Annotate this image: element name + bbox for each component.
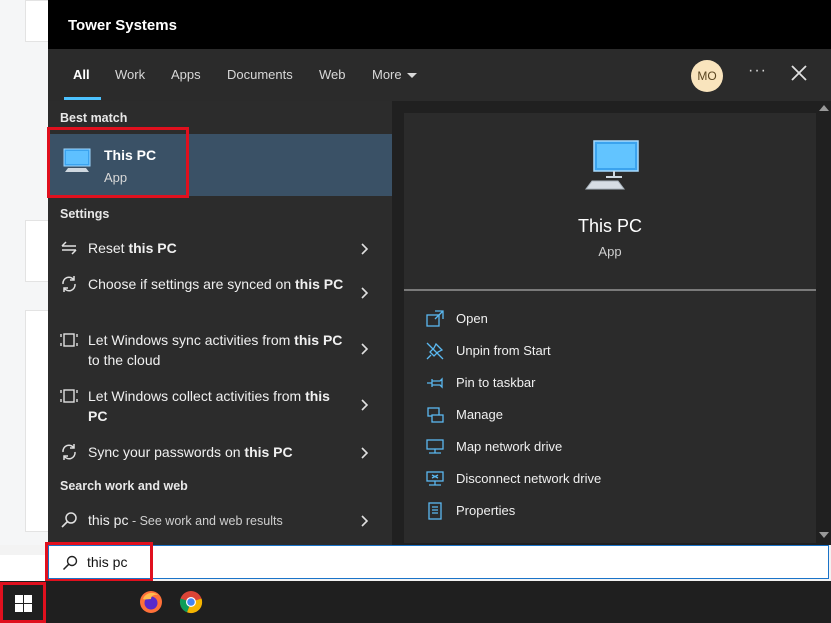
detail-type: App bbox=[598, 244, 622, 259]
detail-pane: This PC App Open Unpin from Start Pin to… bbox=[404, 113, 816, 543]
search-web-heading: Search work and web bbox=[60, 479, 188, 493]
best-match-heading: Best match bbox=[60, 111, 128, 125]
scroll-up-icon[interactable] bbox=[819, 105, 829, 111]
web-result-text: this pc - See work and web results bbox=[88, 510, 353, 531]
sync-icon bbox=[62, 444, 76, 460]
text-bold: this PC bbox=[128, 240, 177, 256]
scrollbar[interactable] bbox=[816, 101, 831, 543]
settings-item-text: Let Windows collect activities from this… bbox=[88, 386, 353, 426]
chevron-right-icon bbox=[361, 399, 369, 411]
tab-more[interactable]: More bbox=[372, 67, 417, 82]
more-options-icon[interactable]: ··· bbox=[748, 62, 767, 80]
action-label: Unpin from Start bbox=[456, 343, 551, 358]
settings-item-text: Choose if settings are synced on this PC bbox=[88, 274, 353, 294]
text-bold: this PC bbox=[244, 444, 293, 460]
tab-documents[interactable]: Documents bbox=[227, 67, 293, 82]
web-query: this pc bbox=[88, 512, 129, 528]
network-drive-icon bbox=[426, 439, 444, 454]
web-search-result[interactable]: this pc - See work and web results bbox=[48, 507, 392, 533]
chrome-icon[interactable] bbox=[179, 590, 203, 614]
action-label: Manage bbox=[456, 407, 503, 422]
chevron-right-icon bbox=[361, 287, 369, 299]
text-bold: this PC bbox=[295, 276, 344, 292]
disconnect-drive-icon bbox=[426, 471, 444, 486]
web-suffix: - See work and web results bbox=[128, 514, 283, 528]
tab-web[interactable]: Web bbox=[319, 67, 346, 82]
chevron-right-icon bbox=[361, 515, 369, 527]
action-label: Map network drive bbox=[456, 439, 563, 454]
unpin-icon bbox=[426, 342, 444, 360]
tab-more-label: More bbox=[372, 67, 402, 82]
window-title: Tower Systems bbox=[68, 17, 177, 34]
settings-item-sync-passwords[interactable]: Sync your passwords on this PC bbox=[48, 439, 392, 465]
chevron-right-icon bbox=[361, 343, 369, 355]
settings-item-text: Sync your passwords on this PC bbox=[88, 442, 353, 462]
text-pre: Sync your passwords on bbox=[88, 444, 245, 460]
sync-icon bbox=[62, 276, 76, 292]
chevron-down-icon bbox=[406, 73, 417, 79]
search-input[interactable] bbox=[87, 552, 587, 572]
highlight-search-box bbox=[45, 542, 153, 582]
settings-item-text: Reset this PC bbox=[88, 238, 353, 258]
open-icon bbox=[426, 310, 444, 327]
text-pre: Choose if settings are synced on bbox=[88, 276, 296, 292]
title-bar: Tower Systems bbox=[48, 0, 831, 49]
action-label: Open bbox=[456, 311, 488, 326]
detail-divider bbox=[404, 289, 816, 291]
search-box[interactable] bbox=[48, 545, 829, 579]
activity-icon bbox=[60, 333, 78, 347]
action-label: Properties bbox=[456, 503, 516, 518]
reset-icon bbox=[61, 241, 77, 255]
activity-icon bbox=[60, 389, 78, 403]
chevron-right-icon bbox=[361, 447, 369, 459]
text-pre: Reset bbox=[88, 240, 129, 256]
settings-item-reset[interactable]: Reset this PC bbox=[48, 235, 392, 261]
highlight-best-match bbox=[47, 127, 189, 198]
scroll-down-icon[interactable] bbox=[819, 532, 829, 538]
tab-all[interactable]: All bbox=[73, 67, 90, 82]
firefox-icon[interactable] bbox=[139, 590, 163, 614]
text-pre: Let Windows collect activities from bbox=[88, 388, 306, 404]
action-label: Disconnect network drive bbox=[456, 471, 602, 486]
taskbar bbox=[0, 581, 831, 623]
manage-icon bbox=[427, 407, 444, 423]
close-icon[interactable] bbox=[790, 64, 808, 82]
properties-icon bbox=[428, 502, 442, 520]
search-icon bbox=[61, 512, 77, 528]
text-bold: this PC bbox=[294, 332, 343, 348]
page-strip bbox=[0, 555, 48, 581]
text-post: to the cloud bbox=[88, 352, 161, 368]
settings-item-sync-activities[interactable]: Let Windows sync activities from this PC… bbox=[48, 327, 392, 371]
settings-item-text: Let Windows sync activities from this PC… bbox=[88, 330, 353, 370]
pin-icon bbox=[427, 377, 443, 389]
settings-item-sync-settings[interactable]: Choose if settings are synced on this PC bbox=[48, 271, 392, 315]
user-avatar[interactable]: MO bbox=[691, 60, 723, 92]
text-pre: Let Windows sync activities from bbox=[88, 332, 295, 348]
active-tab-indicator bbox=[64, 97, 101, 100]
settings-item-collect-activities[interactable]: Let Windows collect activities from this… bbox=[48, 383, 392, 427]
highlight-start-button bbox=[0, 582, 46, 623]
detail-title: This PC bbox=[577, 216, 642, 236]
detail-header: This PC App bbox=[404, 113, 816, 289]
chevron-right-icon bbox=[361, 243, 369, 255]
start-search-panel: Tower Systems All Work Apps Documents We… bbox=[48, 0, 831, 545]
tab-work[interactable]: Work bbox=[115, 67, 145, 82]
action-label: Pin to taskbar bbox=[456, 375, 536, 390]
settings-heading: Settings bbox=[60, 207, 110, 221]
tab-apps[interactable]: Apps bbox=[171, 67, 201, 82]
computer-icon bbox=[585, 140, 639, 190]
